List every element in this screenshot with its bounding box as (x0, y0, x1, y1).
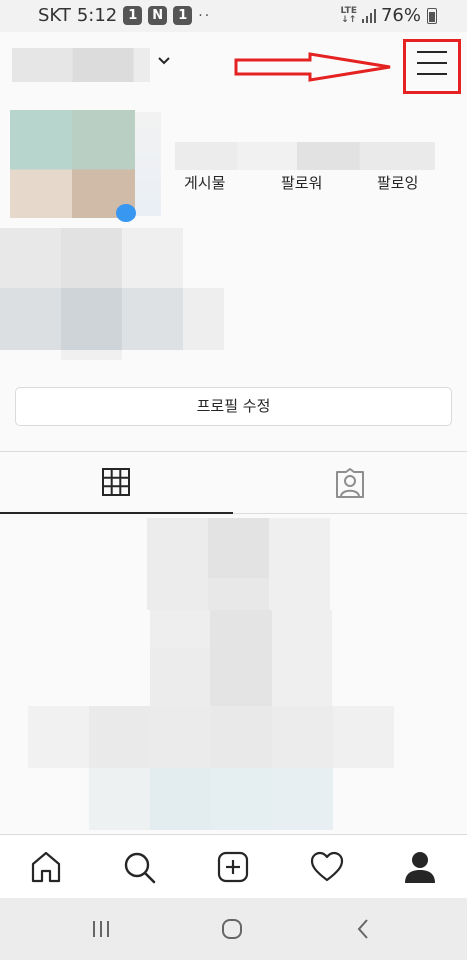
edit-profile-button[interactable]: 프로필 수정 (15, 387, 452, 426)
stat-values-blurred (175, 142, 435, 170)
post-grid-blurred[interactable] (28, 518, 432, 830)
status-right: LTE ↓↑ 76% (340, 5, 437, 26)
annotation-arrow-icon (234, 52, 391, 82)
notification-badge-icon: 1 (123, 6, 143, 25)
avatar[interactable] (10, 110, 135, 218)
bottom-navigation (0, 834, 467, 898)
bio-blurred (0, 228, 224, 360)
lte-icon: LTE ↓↑ (340, 5, 357, 25)
username-blurred[interactable] (12, 48, 150, 82)
home-circle-icon[interactable] (220, 917, 244, 941)
more-notifications-icon: ·· (198, 7, 212, 24)
tab-posts-grid[interactable] (0, 452, 233, 514)
posts-label[interactable]: 게시물 (184, 172, 225, 193)
following-label[interactable]: 팔로잉 (377, 172, 418, 193)
heart-icon[interactable] (309, 849, 345, 885)
battery-icon (427, 7, 437, 24)
status-left: SKT 5:12 1 N 1 ·· (38, 5, 211, 26)
clock: 5:12 (76, 5, 118, 26)
tagged-person-icon (336, 468, 364, 498)
profile-header (0, 32, 467, 100)
tab-tagged[interactable] (234, 452, 467, 514)
grid-icon (102, 468, 130, 496)
avatar-blur-edge (135, 112, 161, 216)
search-icon[interactable] (121, 849, 157, 885)
status-bar: SKT 5:12 1 N 1 ·· LTE ↓↑ 76% (0, 0, 467, 32)
notification-n-icon: N (148, 6, 168, 25)
add-post-icon[interactable] (215, 849, 251, 885)
system-navigation-bar (0, 898, 467, 960)
followers-label[interactable]: 팔로워 (281, 172, 322, 193)
add-story-icon[interactable] (116, 204, 136, 222)
back-icon[interactable] (352, 917, 376, 941)
battery-percent: 76% (380, 5, 421, 26)
hamburger-menu-icon[interactable] (417, 51, 447, 75)
recent-apps-icon[interactable] (90, 917, 114, 941)
chevron-down-icon[interactable] (158, 54, 170, 70)
signal-icon (361, 8, 376, 23)
carrier-label: SKT (38, 5, 71, 26)
profile-icon[interactable] (402, 849, 438, 885)
notification-badge-2-icon: 1 (173, 6, 193, 25)
home-icon[interactable] (28, 849, 64, 885)
